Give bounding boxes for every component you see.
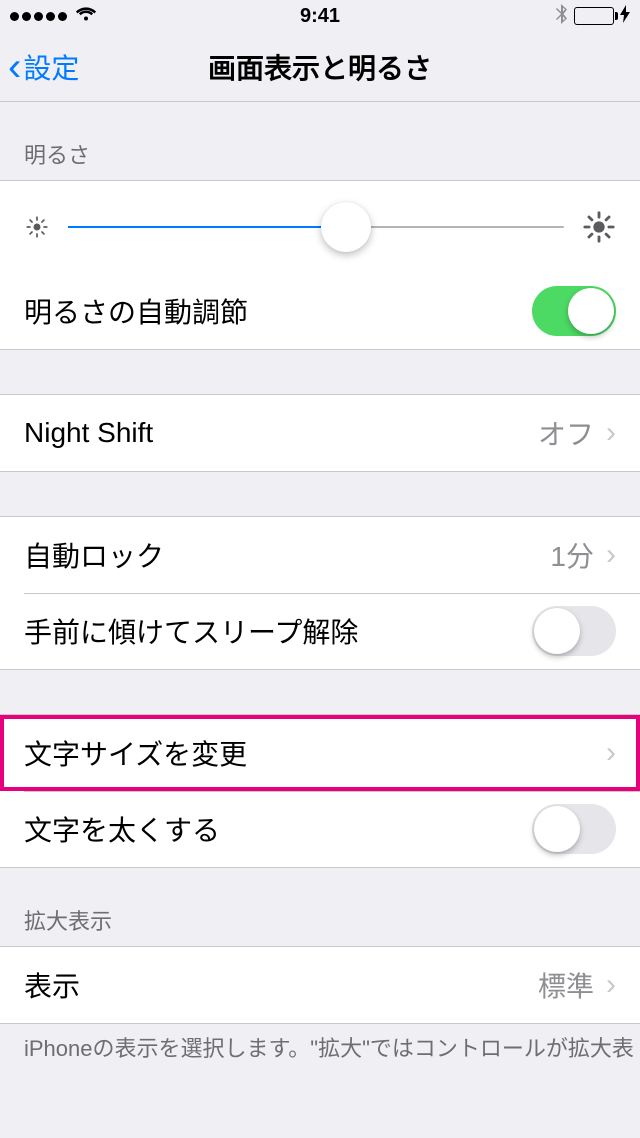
signal-dots-icon xyxy=(10,12,67,21)
text-group: 文字サイズを変更 › 文字を太くする xyxy=(0,714,640,868)
text-size-cell[interactable]: 文字サイズを変更 › xyxy=(0,715,640,791)
raise-to-wake-label: 手前に傾けてスリープ解除 xyxy=(24,611,358,651)
back-button[interactable]: ‹ 設定 xyxy=(0,47,79,87)
page-title: 画面表示と明るさ xyxy=(208,47,432,87)
auto-lock-value: 1分 xyxy=(550,535,594,575)
nav-bar: ‹ 設定 画面表示と明るさ xyxy=(0,32,640,102)
night-shift-cell[interactable]: Night Shift オフ › xyxy=(0,395,640,471)
chevron-left-icon: ‹ xyxy=(8,47,21,87)
bold-text-switch[interactable] xyxy=(532,804,616,854)
brightness-slider-cell xyxy=(0,181,640,273)
section-header-zoom: 拡大表示 xyxy=(0,868,640,946)
night-shift-label: Night Shift xyxy=(24,417,153,449)
lock-group: 自動ロック 1分 › 手前に傾けてスリープ解除 xyxy=(0,516,640,670)
chevron-right-icon: › xyxy=(606,968,616,1002)
wifi-icon xyxy=(75,5,97,28)
slider-thumb[interactable] xyxy=(321,202,371,252)
auto-brightness-cell: 明るさの自動調節 xyxy=(0,273,640,349)
brightness-low-icon xyxy=(24,214,50,240)
chevron-right-icon: › xyxy=(606,736,616,770)
bold-text-cell: 文字を太くする xyxy=(0,791,640,867)
brightness-high-icon xyxy=(582,210,616,244)
bold-text-label: 文字を太くする xyxy=(24,809,220,849)
status-time: 9:41 xyxy=(300,5,340,28)
display-zoom-cell[interactable]: 表示 標準 › xyxy=(0,947,640,1023)
back-label: 設定 xyxy=(23,47,79,87)
night-shift-group: Night Shift オフ › xyxy=(0,394,640,472)
auto-lock-label: 自動ロック xyxy=(24,535,164,575)
brightness-group: 明るさの自動調節 xyxy=(0,180,640,350)
text-size-label: 文字サイズを変更 xyxy=(24,733,247,773)
display-zoom-value: 標準 xyxy=(538,965,594,1005)
zoom-group: 表示 標準 › xyxy=(0,946,640,1024)
auto-lock-cell[interactable]: 自動ロック 1分 › xyxy=(0,517,640,593)
night-shift-value: オフ xyxy=(538,413,594,453)
chevron-right-icon: › xyxy=(606,416,616,450)
charging-icon xyxy=(620,5,630,28)
raise-to-wake-switch[interactable] xyxy=(532,606,616,656)
brightness-slider[interactable] xyxy=(68,226,564,228)
section-header-brightness: 明るさ xyxy=(0,102,640,180)
chevron-right-icon: › xyxy=(606,538,616,572)
display-zoom-label: 表示 xyxy=(24,965,80,1005)
status-bar: 9:41 xyxy=(0,0,640,32)
battery-icon xyxy=(574,7,614,25)
auto-brightness-label: 明るさの自動調節 xyxy=(24,291,248,331)
raise-to-wake-cell: 手前に傾けてスリープ解除 xyxy=(0,593,640,669)
zoom-footer-note: iPhoneの表示を選択します。"拡大"ではコントロールが拡大表 xyxy=(0,1024,640,1065)
bluetooth-icon xyxy=(556,4,568,29)
auto-brightness-switch[interactable] xyxy=(532,286,616,336)
